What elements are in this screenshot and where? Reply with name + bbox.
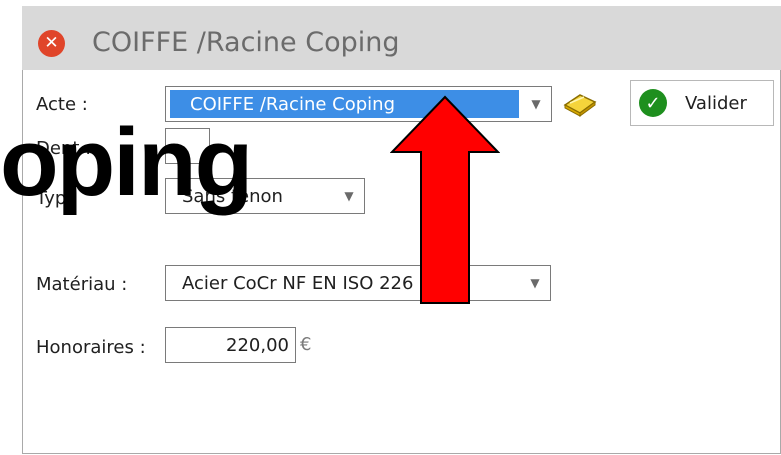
- valider-label: Valider: [685, 92, 747, 114]
- currency-symbol: €: [300, 334, 312, 355]
- honoraires-input[interactable]: 220,00: [165, 327, 296, 363]
- materiau-value: Acier CoCr NF EN ISO 226: [182, 272, 414, 294]
- chevron-down-icon[interactable]: ▼: [334, 179, 364, 213]
- honoraires-label: Honoraires :: [36, 337, 146, 358]
- check-icon: ✓: [639, 89, 667, 117]
- chevron-down-icon[interactable]: ▼: [520, 266, 550, 300]
- close-icon[interactable]: ✕: [38, 30, 65, 57]
- valider-button[interactable]: ✓ Valider: [630, 80, 774, 126]
- chevron-down-icon[interactable]: ▼: [521, 87, 551, 121]
- materiau-label: Matériau :: [36, 274, 128, 295]
- book-icon[interactable]: [562, 90, 598, 118]
- window-title: COIFFE /Racine Coping: [92, 27, 400, 58]
- overlay-caption: oping: [0, 109, 253, 216]
- red-arrow-annotation: [390, 95, 500, 304]
- honoraires-value: 220,00: [226, 334, 289, 356]
